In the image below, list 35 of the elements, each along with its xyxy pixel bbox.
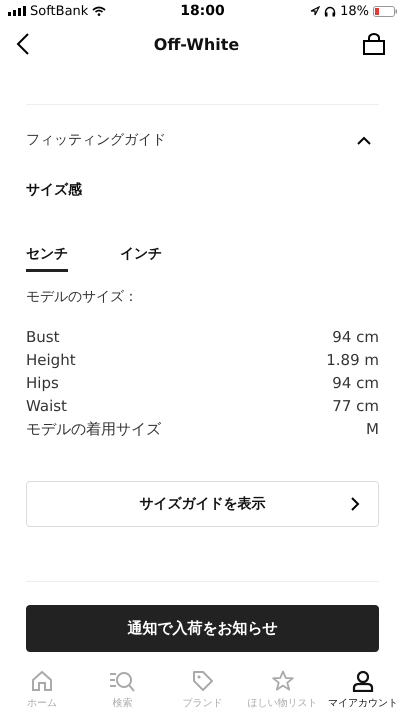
measurement-value: 1.89 m [326,350,379,371]
measurement-value: M [366,419,379,440]
measurement-label: Hips [26,373,59,394]
measurement-value: 94 cm [332,373,379,394]
chevron-right-icon [351,497,360,511]
measurement-label: モデルの着用サイズ [26,419,161,440]
status-time: 18:00 [180,3,225,19]
section-title: サイズ感 [26,181,83,199]
measurement-value: 94 cm [332,327,379,348]
headphones-icon [324,6,336,16]
carrier-name: SoftBank [30,4,88,18]
battery-icon [372,6,397,16]
home-icon [31,670,54,692]
measurement-label: Height [26,350,76,371]
unit-tab[interactable]: センチ [26,245,68,272]
unit-tab[interactable]: インチ [120,245,162,272]
notify-restock-button[interactable]: 通知で入荷をお知らせ [26,605,379,652]
size-guide-button[interactable]: サイズガイドを表示 [26,481,379,527]
star-icon [272,670,294,692]
page-title: Off-White [154,34,240,54]
signal-icon [8,6,26,16]
search-icon [109,670,136,692]
measurement-value: 77 cm [332,396,379,417]
model-size-heading: モデルのサイズ： [26,288,139,306]
tag-icon [192,670,214,692]
wifi-icon [92,6,106,16]
measurement-label: Waist [26,396,67,417]
measurement-label: Bust [26,327,60,348]
location-icon [310,6,320,16]
battery-percent: 18% [340,4,369,18]
accordion-header[interactable]: フィッティングガイド [26,105,379,149]
person-icon [352,670,374,692]
back-icon[interactable] [16,33,30,55]
shopping-bag-icon[interactable] [362,33,385,55]
tab-bar-item[interactable]: マイアカウント [322,664,404,720]
